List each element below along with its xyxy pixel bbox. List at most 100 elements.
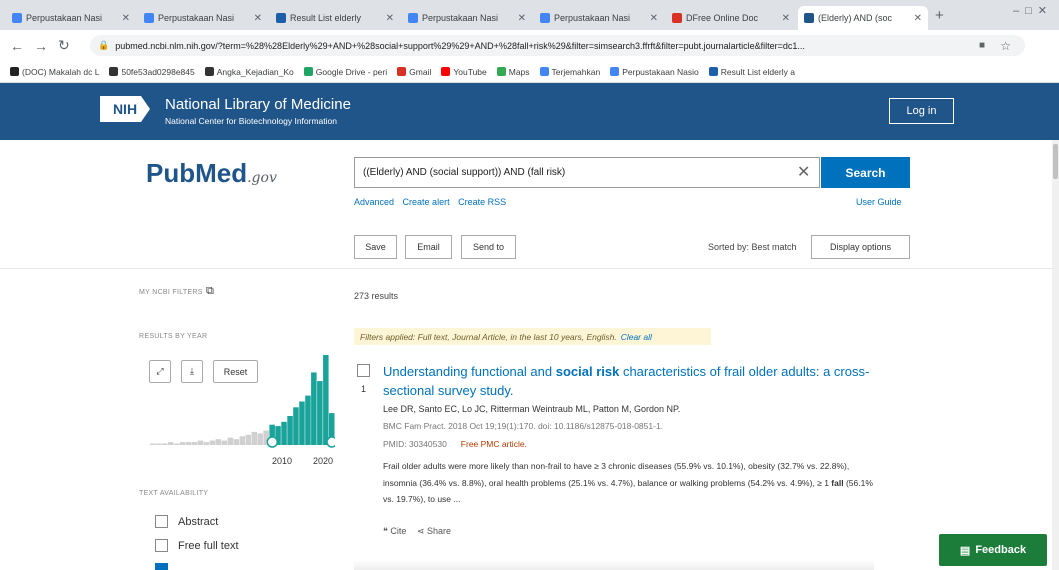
tab-close-icon[interactable]: ✕ <box>650 13 658 24</box>
advanced-link[interactable]: Advanced <box>354 197 394 207</box>
result-title-link[interactable]: Understanding functional and social risk… <box>383 362 883 400</box>
tab-close-icon[interactable]: ✕ <box>914 13 922 24</box>
tab-close-icon[interactable]: ✕ <box>782 13 790 24</box>
url-text: pubmed.ncbi.nlm.nih.gov/?term=%28%28Elde… <box>115 40 805 51</box>
quote-icon: ❝ <box>383 526 388 536</box>
checkbox[interactable] <box>155 539 168 552</box>
browser-tab[interactable]: Perpustakaan Nasi ✕ <box>6 6 136 30</box>
snippet-highlight: fall <box>831 477 844 488</box>
tab-label: (Elderly) AND (soc <box>818 13 893 23</box>
bookmark-item[interactable]: (DOC) Makalah dc L <box>10 67 99 77</box>
title-highlight: social risk <box>555 364 620 379</box>
bookmark-star-icon[interactable]: ☆ <box>1000 39 1011 53</box>
bookmark-icon <box>303 67 313 76</box>
tab-close-icon[interactable]: ✕ <box>518 13 526 24</box>
pubmed-logo[interactable]: PubMed.gov <box>146 158 277 189</box>
bookmark-item[interactable]: 50fe53ad0298e845 <box>109 67 195 77</box>
save-button[interactable]: Save <box>354 235 397 259</box>
nih-header: NIH National Library of Medicine Nationa… <box>0 83 1059 140</box>
create-rss-link[interactable]: Create RSS <box>458 197 506 207</box>
my-ncbi-filters-label[interactable]: MY NCBI FILTERS <box>139 289 203 296</box>
tab-close-icon[interactable]: ✕ <box>386 13 394 24</box>
tab-favicon-icon <box>276 13 286 23</box>
browser-tab[interactable]: (Elderly) AND (soc ✕ <box>798 6 928 30</box>
results-by-year-label: RESULTS BY YEAR <box>139 333 208 340</box>
new-tab-button[interactable]: + <box>935 7 944 24</box>
year-range-start-handle[interactable] <box>266 436 279 448</box>
share-button[interactable]: ⋖ Share <box>417 526 451 536</box>
bookmark-item[interactable]: YouTube <box>441 67 487 77</box>
browser-tab-bar: Perpustakaan Nasi ✕ Perpustakaan Nasi ✕ Resu… <box>0 0 1059 30</box>
reload-icon[interactable]: ↻ <box>58 37 70 54</box>
bookmark-icon <box>10 67 19 76</box>
search-input[interactable]: ((Elderly) AND (social support)) AND (fa… <box>354 157 820 188</box>
create-alert-link[interactable]: Create alert <box>403 197 450 207</box>
browser-tab[interactable]: DFree Online Doc ✕ <box>666 6 796 30</box>
external-link-icon[interactable]: ⧉ <box>206 285 214 298</box>
clear-search-icon[interactable]: ✕ <box>797 162 810 182</box>
browser-tab[interactable]: Perpustakaan Nasi ✕ <box>402 6 532 30</box>
free-full-text-filter[interactable]: Free full text <box>155 539 239 552</box>
result-checkbox[interactable] <box>357 364 370 377</box>
tab-favicon-icon <box>804 13 814 23</box>
bookmark-item[interactable]: Terjemahkan <box>539 67 600 77</box>
share-label: Share <box>426 526 451 536</box>
feedback-button[interactable]: ▤ Feedback <box>939 534 1047 566</box>
tab-close-icon[interactable]: ✕ <box>122 13 130 24</box>
bookmark-icon <box>539 67 549 76</box>
address-bar: ← → ↻ 🔒 pubmed.ncbi.nlm.nih.gov/?term=%2… <box>0 30 1059 61</box>
bookmark-item[interactable]: Google Drive - peri <box>303 67 387 77</box>
browser-tab[interactable]: Perpustakaan Nasi ✕ <box>534 6 664 30</box>
histogram-bar <box>167 442 174 445</box>
histogram-bar <box>185 442 192 445</box>
title-part: Understanding functional and <box>383 364 556 379</box>
bookmark-item[interactable]: Perpustakaan Nasio <box>610 67 699 77</box>
tab-favicon-icon <box>144 13 154 23</box>
bookmark-item[interactable]: Result List elderly a <box>708 66 795 77</box>
ncbi-subtitle: National Center for Biotechnology Inform… <box>165 116 337 126</box>
histogram-bar <box>299 401 305 445</box>
bookmark-item[interactable]: Angka_Kejadian_Ko <box>204 67 294 77</box>
histogram-bar <box>257 433 263 445</box>
browser-tab[interactable]: Perpustakaan Nasi ✕ <box>138 6 268 30</box>
forward-icon[interactable]: → <box>34 38 48 54</box>
scrollbar-track[interactable] <box>1052 140 1059 570</box>
checked-checkbox[interactable] <box>155 563 168 570</box>
snippet-part: Frail older adults were more likely than… <box>383 461 850 488</box>
back-icon[interactable]: ← <box>10 38 24 54</box>
year-histogram[interactable] <box>150 350 335 450</box>
result-number: 1 <box>361 384 367 394</box>
bookmark-icon <box>204 67 214 76</box>
bookmark-item[interactable]: Gmail <box>397 67 431 77</box>
send-to-button[interactable]: Send to <box>461 235 516 259</box>
extension-icon[interactable]: ■ <box>979 40 985 51</box>
tab-close-icon[interactable]: ✕ <box>254 13 262 24</box>
year-range-end-handle[interactable] <box>326 436 335 448</box>
checkbox[interactable] <box>155 515 168 528</box>
clear-all-link[interactable]: Clear all <box>621 332 652 342</box>
nih-logo[interactable]: NIH <box>100 96 150 122</box>
histogram-bar <box>161 443 168 445</box>
result-snippet: Frail older adults were more likely than… <box>383 458 878 508</box>
search-sublinks: Advanced Create alert Create RSS <box>354 197 512 207</box>
bookmark-item[interactable]: Maps <box>496 67 530 77</box>
scrollbar-thumb[interactable] <box>1053 144 1058 179</box>
url-input[interactable]: 🔒 pubmed.ncbi.nlm.nih.gov/?term=%28%28El… <box>90 35 1025 56</box>
display-options-button[interactable]: Display options <box>811 235 910 259</box>
user-guide-link[interactable]: User Guide <box>856 197 902 207</box>
browser-tab[interactable]: Result List elderly ✕ <box>270 6 400 30</box>
histogram-bar <box>311 372 317 445</box>
histogram-bar <box>287 416 293 445</box>
nlm-title[interactable]: National Library of Medicine <box>165 96 351 113</box>
window-controls[interactable]: –□✕ <box>1013 4 1053 17</box>
abstract-filter[interactable]: Abstract <box>155 515 218 528</box>
tab-favicon-icon <box>540 13 550 23</box>
year-axis-end: 2020 <box>313 456 334 466</box>
cite-button[interactable]: ❝ Cite <box>383 526 406 536</box>
bookmark-label: Result List elderly a <box>720 66 795 77</box>
login-button[interactable]: Log in <box>889 98 954 124</box>
email-button[interactable]: Email <box>405 235 452 259</box>
sorted-by-label[interactable]: Sorted by: Best match <box>708 242 797 252</box>
search-button[interactable]: Search <box>821 157 910 188</box>
result-actions: ❝ Cite ⋖ Share <box>383 526 451 537</box>
